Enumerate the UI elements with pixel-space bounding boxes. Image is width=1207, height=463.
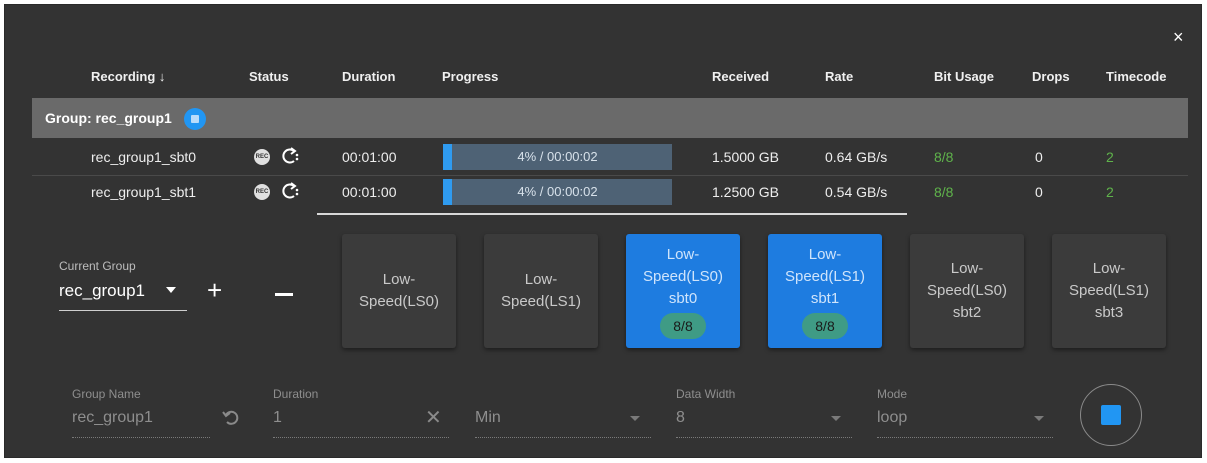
- mode-underline: [877, 437, 1053, 438]
- refresh-icon[interactable]: [280, 181, 300, 201]
- tile-line3: sbt2: [952, 304, 982, 321]
- mode-select[interactable]: loop: [877, 409, 907, 427]
- tile-line1: Low-: [808, 245, 842, 263]
- tile-line3: sbt3: [1094, 304, 1124, 321]
- row-timecode: 2: [1106, 184, 1114, 200]
- row-duration: 00:01:00: [342, 184, 397, 200]
- row-bit-usage: 8/8: [934, 184, 954, 200]
- group-label: Group: rec_group1: [45, 110, 172, 126]
- chevron-down-icon[interactable]: [1034, 416, 1044, 421]
- reset-icon[interactable]: [221, 407, 241, 427]
- stream-tile[interactable]: Low- Speed(LS0): [342, 234, 456, 348]
- tile-line2: Speed(LS1): [1068, 282, 1150, 299]
- row-timecode: 2: [1106, 149, 1114, 165]
- row-rate: 0.64 GB/s: [825, 149, 888, 165]
- stream-tile-selected[interactable]: Low- Speed(LS0) sbt0 8/8: [626, 234, 740, 348]
- unit-underline: [475, 437, 651, 438]
- progress-bar: 4% / 00:00:02: [443, 144, 672, 170]
- rec-icon: REC: [254, 184, 270, 200]
- progress-bar: 4% / 00:00:02: [443, 179, 672, 205]
- header-received: Received: [712, 69, 770, 84]
- add-group-button[interactable]: +: [207, 277, 222, 303]
- data-width-select[interactable]: 8: [676, 409, 685, 427]
- tile-bit-badge: 8/8: [660, 312, 706, 339]
- table-scroll-indicator: [317, 213, 907, 215]
- tile-line1: Low-: [382, 271, 416, 288]
- row-received: 1.2500 GB: [712, 184, 779, 200]
- tile-line2: Speed(LS0): [642, 267, 724, 285]
- stream-tile[interactable]: Low- Speed(LS1): [484, 234, 598, 348]
- progress-text: 4% / 00:00:02: [517, 184, 598, 199]
- tile-line2: Speed(LS0): [926, 282, 1008, 299]
- chevron-down-icon[interactable]: [831, 416, 841, 421]
- stream-tile[interactable]: Low- Speed(LS0) sbt2: [910, 234, 1024, 348]
- stop-icon: [191, 115, 199, 123]
- header-recording[interactable]: Recording ↓: [91, 69, 165, 84]
- tile-line1: Low-: [666, 245, 700, 263]
- row-divider: [32, 175, 1188, 176]
- recording-dialog: × Recording ↓ Status Duration Progress R…: [4, 4, 1202, 458]
- row-drops: 0: [1035, 149, 1043, 165]
- tile-line1: Low-: [524, 271, 558, 288]
- row-bit-usage: 8/8: [934, 149, 954, 165]
- row-duration: 00:01:00: [342, 149, 397, 165]
- group-name-underline: [72, 437, 210, 438]
- duration-label: Duration: [273, 387, 319, 401]
- tile-line1: Low-: [1092, 260, 1126, 277]
- select-underline: [59, 310, 187, 311]
- chevron-down-icon[interactable]: [630, 416, 640, 421]
- mode-label: Mode: [877, 387, 908, 401]
- current-group-select[interactable]: rec_group1: [59, 281, 145, 301]
- tile-line2: Speed(LS1): [784, 267, 866, 285]
- clear-icon[interactable]: ✕: [425, 405, 442, 430]
- group-name-input[interactable]: rec_group1: [72, 409, 153, 427]
- header-status: Status: [249, 69, 289, 84]
- chevron-down-icon[interactable]: [166, 287, 176, 293]
- progress-text: 4% / 00:00:02: [517, 149, 598, 164]
- tile-line1: Low-: [950, 260, 984, 277]
- header-timecode: Timecode: [1106, 69, 1167, 84]
- row-drops: 0: [1035, 184, 1043, 200]
- header-duration: Duration: [342, 69, 396, 84]
- tile-line2: Speed(LS1): [500, 293, 582, 310]
- row-name: rec_group1_sbt0: [91, 149, 197, 165]
- stream-tile-selected[interactable]: Low- Speed(LS1) sbt1 8/8: [768, 234, 882, 348]
- close-button[interactable]: ×: [1173, 27, 1184, 48]
- stream-tile[interactable]: Low- Speed(LS1) sbt3: [1052, 234, 1166, 348]
- tile-line2: Speed(LS0): [358, 293, 440, 310]
- group-name-label: Group Name: [72, 387, 141, 401]
- duration-input[interactable]: 1: [273, 409, 282, 427]
- header-progress: Progress: [442, 69, 499, 84]
- tile-bit-badge: 8/8: [802, 312, 848, 339]
- group-stop-button[interactable]: [184, 108, 206, 130]
- refresh-icon[interactable]: [280, 146, 300, 166]
- header-rate: Rate: [825, 69, 854, 84]
- rec-icon: REC: [254, 149, 270, 165]
- data-width-underline: [676, 437, 852, 438]
- current-group-label: Current Group: [59, 259, 136, 273]
- duration-underline: [273, 437, 449, 438]
- row-name: rec_group1_sbt1: [91, 184, 197, 200]
- header-drops: Drops: [1032, 69, 1070, 84]
- header-bit-usage: Bit Usage: [934, 69, 994, 84]
- row-received: 1.5000 GB: [712, 149, 779, 165]
- duration-unit-select[interactable]: Min: [475, 409, 501, 427]
- tile-line3: sbt1: [810, 289, 840, 307]
- row-rate: 0.54 GB/s: [825, 184, 888, 200]
- remove-group-button[interactable]: [275, 293, 293, 296]
- data-width-label: Data Width: [676, 387, 736, 401]
- stop-recording-button[interactable]: [1080, 384, 1142, 446]
- tile-line3: sbt0: [668, 289, 698, 307]
- stop-icon: [1101, 405, 1121, 425]
